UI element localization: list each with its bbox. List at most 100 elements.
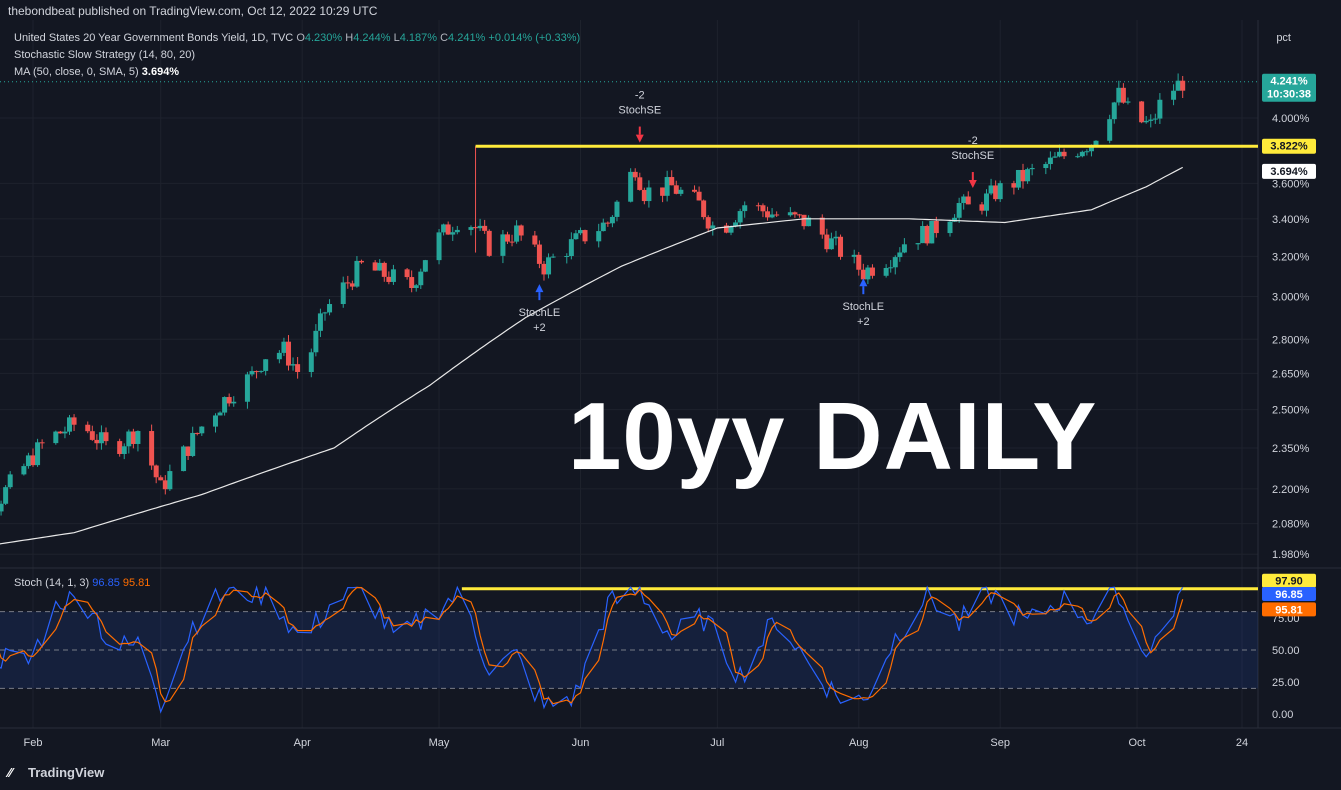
candle-body xyxy=(605,222,611,224)
candle-body xyxy=(149,431,155,466)
candle-body xyxy=(897,252,903,258)
candle-body xyxy=(737,211,743,223)
symbol-name[interactable]: United States 20 Year Government Bonds Y… xyxy=(14,32,293,44)
time-tick-label: Mar xyxy=(151,737,170,749)
ma-value: 3.694% xyxy=(141,66,180,78)
candle-body xyxy=(226,397,232,404)
signal-arrow-down-icon xyxy=(968,180,977,189)
candle-body xyxy=(436,232,442,261)
price-tick-label: 4.000% xyxy=(1272,113,1310,125)
candle-body xyxy=(486,230,492,256)
candle-body xyxy=(57,431,63,434)
candle-body xyxy=(577,230,583,234)
candle-body xyxy=(947,221,953,234)
candle-body xyxy=(993,185,999,200)
candle-body xyxy=(546,257,552,275)
candle-body xyxy=(705,217,711,229)
candle-body xyxy=(838,236,844,257)
candle-body xyxy=(509,241,515,243)
candle-body xyxy=(664,177,670,196)
ma-legend[interactable]: MA (50, close, 0, SMA, 5) 3.694% xyxy=(14,66,179,78)
candle-body xyxy=(518,225,524,236)
candle-body xyxy=(1107,119,1113,141)
stoch-legend[interactable]: Stoch (14, 1, 3) 96.85 95.81 xyxy=(14,577,150,589)
candle-body xyxy=(454,229,460,233)
candle-body xyxy=(126,431,132,447)
candle-body xyxy=(135,431,141,444)
candle-body xyxy=(1047,157,1053,165)
candle-body xyxy=(641,189,647,202)
candle-body xyxy=(573,233,579,240)
price-tick-label: 2.500% xyxy=(1272,405,1310,417)
candle-body xyxy=(153,465,159,478)
candle-body xyxy=(792,212,798,215)
signal-qty: -2 xyxy=(968,135,978,147)
stoch-k-tag-text: 96.85 xyxy=(1275,589,1303,601)
publish-header: thebondbeat published on TradingView.com… xyxy=(8,4,378,18)
candle-body xyxy=(965,196,971,205)
tradingview-brand[interactable]: ⁄⁄ TradingView xyxy=(8,765,104,780)
candle-body xyxy=(678,189,684,194)
candle-body xyxy=(263,359,269,371)
candle-body xyxy=(222,397,228,413)
candle-body xyxy=(1029,168,1035,170)
candle-body xyxy=(35,442,41,466)
signal-label: StochLE xyxy=(519,307,561,319)
candle-body xyxy=(979,204,985,211)
candle-body xyxy=(787,212,793,216)
ma-polyline xyxy=(0,166,1183,545)
candle-body xyxy=(0,503,4,512)
candle-body xyxy=(1015,169,1021,188)
candle-body xyxy=(317,313,323,331)
candle-body xyxy=(468,227,474,230)
candle-body xyxy=(1139,101,1145,123)
candle-body xyxy=(290,364,296,366)
candle-body xyxy=(231,401,237,404)
signal-label: StochLE xyxy=(843,301,885,313)
time-tick-label: Apr xyxy=(294,737,311,749)
candle-body xyxy=(3,487,9,504)
candle-body xyxy=(1116,87,1122,103)
candle-body xyxy=(244,374,250,402)
price-unit-label: pct xyxy=(1276,32,1291,44)
candle-body xyxy=(933,220,939,234)
candle-body xyxy=(915,243,921,245)
candle-body xyxy=(801,214,807,227)
candle-body xyxy=(409,277,415,289)
candle-body xyxy=(21,466,27,475)
candle-body xyxy=(988,185,994,194)
candle-body xyxy=(62,431,68,434)
candle-body xyxy=(1125,101,1131,103)
candle-body xyxy=(514,225,520,242)
candle-body xyxy=(185,446,191,456)
candle-body xyxy=(1025,169,1031,182)
strategy-legend[interactable]: Stochastic Slow Strategy (14, 80, 20) xyxy=(14,49,195,61)
candle-body xyxy=(628,171,634,202)
time-tick-label: Feb xyxy=(24,737,43,749)
symbol-legend[interactable]: United States 20 Year Government Bonds Y… xyxy=(14,32,580,44)
candle-body xyxy=(422,260,428,272)
close-value: 4.241% xyxy=(448,32,486,44)
resistance-tag-text: 3.822% xyxy=(1270,141,1308,153)
candle-body xyxy=(582,230,588,242)
price-tick-label: 3.200% xyxy=(1272,251,1310,263)
candle-body xyxy=(117,441,123,454)
candle-body xyxy=(194,432,200,434)
candle-body xyxy=(865,267,871,280)
ma-tag-text: 3.694% xyxy=(1270,166,1308,178)
candle-body xyxy=(819,217,825,235)
candle-body xyxy=(596,231,602,242)
stoch-overbought-tag-text: 97.90 xyxy=(1275,576,1303,588)
price-tick-label: 2.650% xyxy=(1272,368,1310,380)
candle-body xyxy=(504,234,510,242)
candle-body xyxy=(121,446,127,454)
candle-body xyxy=(322,312,328,314)
candle-body xyxy=(345,282,351,284)
candle-body xyxy=(669,177,675,186)
candle-body xyxy=(500,234,506,256)
candle-body xyxy=(1057,151,1063,157)
candle-body xyxy=(1152,118,1158,120)
candle-body xyxy=(614,201,620,217)
candle-body xyxy=(482,225,488,231)
candle-body xyxy=(441,224,447,233)
